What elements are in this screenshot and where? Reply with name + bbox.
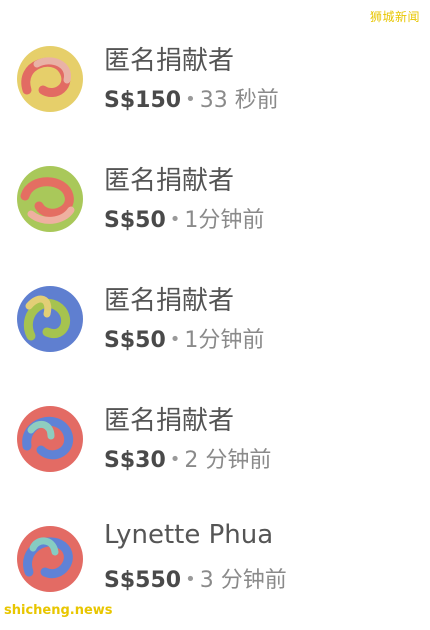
- donation-time: 3 分钟前: [199, 568, 287, 593]
- donation-time: 33 秒前: [199, 88, 279, 113]
- watermark-bottom: shicheng.news: [4, 603, 113, 618]
- separator-dot: •: [185, 89, 196, 110]
- donor-name: 匿名捐献者: [104, 286, 235, 316]
- donation-amount: S$50: [104, 328, 166, 353]
- separator-dot: •: [169, 209, 181, 230]
- donor-name: 匿名捐献者: [104, 406, 235, 436]
- watermark-top: 狮城新闻: [369, 10, 420, 24]
- donation-time: 2 分钟前: [184, 448, 272, 473]
- donor-name: 匿名捐献者: [104, 46, 235, 76]
- donor-item[interactable]: 匿名捐献者 S$150 • 33 秒前: [0, 30, 430, 150]
- donor-item[interactable]: 匿名捐献者 S$50 • 1分钟前: [0, 270, 430, 390]
- donor-avatar-icon: [17, 46, 83, 112]
- donor-avatar-icon: [17, 166, 83, 232]
- separator-dot: •: [169, 329, 181, 350]
- donor-avatar-icon: [17, 406, 83, 472]
- donation-amount: S$550: [104, 568, 182, 593]
- donor-item[interactable]: 匿名捐献者 S$30 • 2 分钟前: [0, 390, 430, 510]
- donor-item[interactable]: 匿名捐献者 S$50 • 1分钟前: [0, 150, 430, 270]
- donation-amount: S$30: [104, 448, 166, 473]
- donation-amount: S$150: [104, 88, 182, 113]
- donor-name: 匿名捐献者: [104, 166, 235, 196]
- donor-list: 匿名捐献者 S$150 • 33 秒前 匿名捐献者 S$50 • 1分钟前 匿名捐献者: [0, 30, 430, 630]
- donor-avatar-icon: [17, 526, 83, 592]
- donor-avatar-icon: [17, 286, 83, 352]
- donor-name: Lynette Phua: [104, 520, 274, 550]
- donation-amount: S$50: [104, 208, 166, 233]
- separator-dot: •: [169, 449, 181, 470]
- donation-time: 1分钟前: [184, 328, 265, 353]
- separator-dot: •: [185, 569, 196, 590]
- donation-time: 1分钟前: [184, 208, 265, 233]
